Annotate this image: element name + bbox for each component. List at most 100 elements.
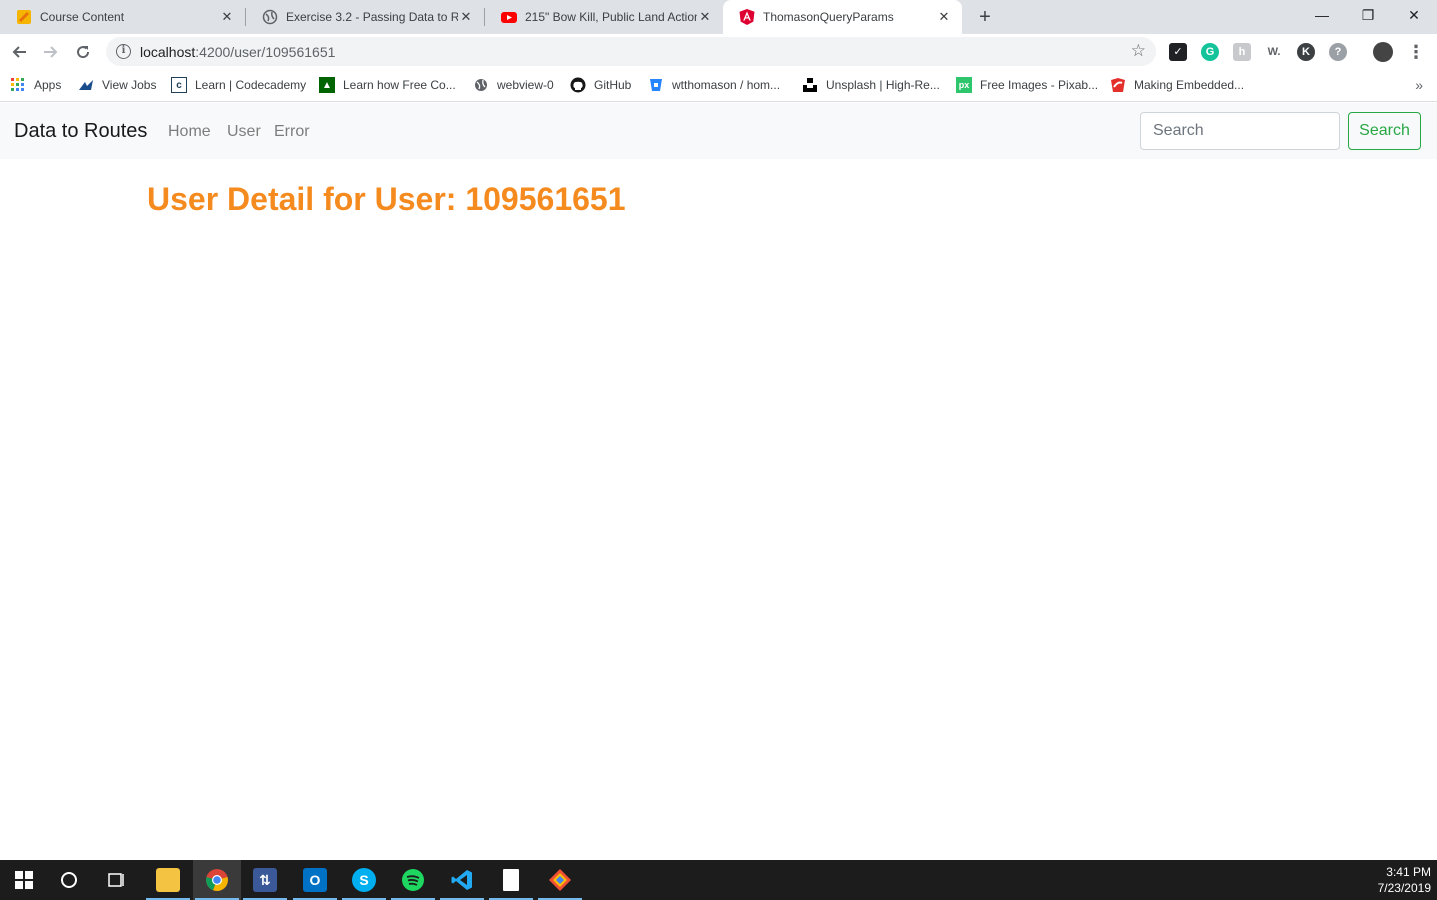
bookmark-codecademy[interactable]: c Learn | Codecademy	[171, 77, 306, 93]
unsplash-icon	[802, 77, 818, 93]
taskbar-chrome[interactable]	[193, 860, 241, 900]
globe-icon	[262, 9, 278, 25]
bookmark-making-embedded[interactable]: Making Embedded...	[1110, 77, 1244, 93]
bookmarks-bar: Apps View Jobs c Learn | Codecademy ▲ Le…	[0, 70, 1437, 102]
clock-time: 3:41 PM	[1386, 865, 1431, 879]
bookmark-label: Making Embedded...	[1134, 78, 1245, 92]
bookmark-apps[interactable]: Apps	[10, 77, 61, 93]
bookmark-bitbucket[interactable]: wtthomason / hom...	[648, 77, 780, 93]
bookmark-webview[interactable]: webview-0	[473, 77, 554, 93]
tab-close-icon[interactable]: ✕	[697, 9, 713, 25]
safari-books-icon	[1110, 77, 1126, 93]
tab-close-icon[interactable]: ✕	[936, 9, 952, 25]
freecodecamp-icon: ▲	[319, 77, 335, 93]
search-button[interactable]: Search	[1348, 112, 1421, 150]
chrome-icon	[206, 869, 228, 892]
skype-icon: S	[352, 868, 376, 892]
wappalyzer-icon[interactable]: W.	[1265, 43, 1283, 61]
git-diamond-icon	[549, 869, 571, 891]
hypothesis-icon[interactable]: h	[1233, 43, 1251, 61]
taskbar-outlook[interactable]: O	[291, 860, 339, 900]
more-menu-icon[interactable]: ⋮	[1404, 40, 1428, 64]
bookmark-label: webview-0	[497, 78, 554, 92]
help-extension-icon[interactable]: ?	[1329, 43, 1347, 61]
document-icon	[503, 869, 519, 891]
tab-title: ThomasonQueryParams	[763, 10, 894, 24]
bookmark-label: Unsplash | High-Re...	[826, 78, 940, 92]
taskbar-file-explorer[interactable]	[144, 860, 192, 900]
taskbar-skype[interactable]: S	[340, 860, 388, 900]
tab-youtube[interactable]: 215" Bow Kill, Public Land Action ✕	[485, 0, 723, 34]
vscode-icon	[451, 870, 472, 890]
course-content-favicon	[16, 9, 32, 25]
globe-icon	[473, 77, 489, 93]
taskbar-vscode[interactable]	[438, 860, 486, 900]
taskbar-notepad[interactable]	[487, 860, 535, 900]
tab-close-icon[interactable]: ✕	[219, 9, 235, 25]
apps-grid-icon	[10, 77, 26, 93]
bookmark-label: View Jobs	[102, 78, 157, 92]
view-jobs-icon	[78, 77, 94, 93]
bitbucket-icon	[648, 77, 664, 93]
bookmark-label: wtthomason / hom...	[672, 78, 781, 92]
tab-thomason-query-params[interactable]: ThomasonQueryParams ✕	[723, 0, 962, 34]
bookmark-label: Apps	[34, 78, 62, 92]
site-info-icon[interactable]: i	[116, 44, 131, 59]
bookmark-github[interactable]: GitHub	[570, 77, 631, 93]
tab-title: Exercise 3.2 - Passing Data to Rou	[286, 10, 458, 24]
profile-avatar[interactable]	[1373, 42, 1393, 62]
browser-tab-strip: Course Content ✕ Exercise 3.2 - Passing …	[0, 0, 1437, 34]
k-extension-icon[interactable]: K	[1297, 43, 1315, 61]
restore-button[interactable]: ❐	[1345, 0, 1391, 30]
network-icon: ⇅	[253, 868, 277, 892]
folder-icon	[156, 868, 180, 892]
pixabay-icon: px	[956, 77, 972, 93]
tab-exercise[interactable]: Exercise 3.2 - Passing Data to Rou ✕	[246, 0, 484, 34]
bookmark-unsplash[interactable]: Unsplash | High-Re...	[802, 77, 940, 93]
address-bar[interactable]: i localhost:4200/user/109561651 ☆	[106, 37, 1156, 66]
forward-arrow-icon[interactable]	[39, 40, 63, 64]
reload-icon[interactable]	[71, 40, 95, 64]
browser-toolbar: i localhost:4200/user/109561651 ☆ ✓ G h …	[0, 34, 1437, 70]
grammarly-icon[interactable]: G	[1201, 43, 1219, 61]
bookmark-freecodecamp[interactable]: ▲ Learn how Free Co...	[319, 77, 456, 93]
back-arrow-icon[interactable]	[7, 40, 31, 64]
task-view-button[interactable]	[93, 860, 141, 900]
youtube-icon	[501, 9, 517, 25]
cortana-button[interactable]	[45, 860, 93, 900]
search-input[interactable]	[1140, 112, 1340, 150]
minimize-button[interactable]: —	[1299, 0, 1345, 30]
bookmark-pixabay[interactable]: px Free Images - Pixab...	[956, 77, 1098, 93]
windows-taskbar: ⇅ O S 3:41 PM 7/23/2019	[0, 860, 1437, 900]
url-text[interactable]: localhost:4200/user/109561651	[140, 44, 335, 60]
page-title: User Detail for User: 109561651	[147, 181, 626, 217]
bookmark-label: Learn how Free Co...	[343, 78, 456, 92]
cortana-circle-icon	[61, 872, 77, 888]
system-clock[interactable]: 3:41 PM 7/23/2019	[1378, 864, 1431, 896]
taskbar-git[interactable]	[536, 860, 584, 900]
angular-icon	[739, 9, 755, 25]
app-navbar: Data to Routes Home User Error Search	[0, 103, 1437, 159]
codecademy-icon: c	[171, 77, 187, 93]
todo-extension-icon[interactable]: ✓	[1169, 43, 1187, 61]
windows-logo-icon	[15, 871, 33, 889]
clock-date: 7/23/2019	[1377, 881, 1431, 895]
bookmarks-overflow-button[interactable]: »	[1415, 77, 1423, 93]
taskbar-spotify[interactable]	[389, 860, 437, 900]
tab-course-content[interactable]: Course Content ✕	[0, 0, 245, 34]
bookmark-view-jobs[interactable]: View Jobs	[78, 77, 156, 93]
start-button[interactable]	[0, 860, 48, 900]
github-icon	[570, 77, 586, 93]
bookmark-label: Free Images - Pixab...	[980, 78, 1099, 92]
nav-link-home[interactable]: Home	[168, 123, 211, 141]
bookmark-star-icon[interactable]: ☆	[1131, 41, 1146, 61]
new-tab-button[interactable]: +	[974, 6, 996, 28]
navbar-brand[interactable]: Data to Routes	[14, 120, 147, 143]
close-window-button[interactable]: ✕	[1391, 0, 1437, 30]
tab-close-icon[interactable]: ✕	[458, 9, 474, 25]
taskbar-network-app[interactable]: ⇅	[241, 860, 289, 900]
nav-link-error[interactable]: Error	[274, 123, 310, 141]
outlook-icon: O	[303, 868, 327, 892]
tab-title: 215" Bow Kill, Public Land Action	[525, 10, 697, 24]
nav-link-user[interactable]: User	[227, 123, 261, 141]
